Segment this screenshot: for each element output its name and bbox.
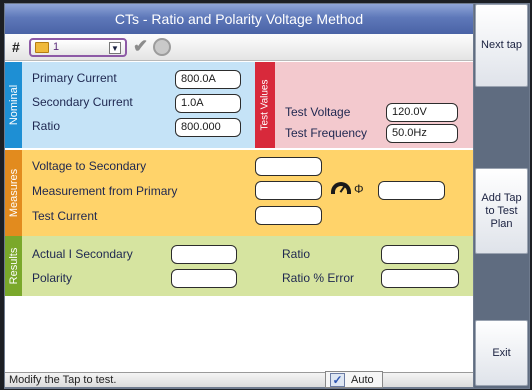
status-bar: Modify the Tap to test. ✓ Auto [5, 371, 473, 388]
test-values-tab-label: Test Values [259, 79, 271, 131]
ratio-error-label: Ratio % Error [282, 271, 355, 285]
test-values-tab: Test Values [255, 62, 275, 148]
test-voltage-label: Test Voltage [285, 105, 351, 119]
nominal-panel: Nominal Primary Current 800.0A Secondary… [5, 62, 255, 148]
primary-current-label: Primary Current [32, 71, 117, 85]
test-frequency-field[interactable]: 50.0Hz [386, 124, 458, 143]
exit-button[interactable]: Exit [475, 320, 528, 386]
results-ratio-label: Ratio [282, 247, 311, 261]
chevron-down-icon[interactable]: ▼ [109, 42, 121, 54]
results-ratio-field[interactable] [381, 245, 459, 264]
test-current-label: Test Current [32, 209, 98, 223]
ratio-label: Ratio [32, 119, 61, 133]
ratio-error-field[interactable] [381, 269, 459, 288]
folder-icon [35, 42, 49, 53]
phase-label: Φ [354, 182, 364, 196]
tap-hash-label: # [12, 39, 20, 55]
measures-section: Measures Voltage to Secondary Measuremen… [5, 150, 473, 236]
status-message: Modify the Tap to test. [9, 374, 117, 386]
settings-icon[interactable] [153, 38, 171, 56]
test-frequency-label: Test Frequency [285, 126, 368, 140]
ratio-field[interactable]: 800.000 [175, 118, 241, 137]
results-tab-label: Results [7, 247, 20, 285]
results-section: Results Actual I Secondary Ratio Polarit… [5, 236, 473, 296]
add-tap-button[interactable]: Add Tap to Test Plan [475, 168, 528, 254]
next-tap-button[interactable]: Next tap [475, 4, 528, 87]
secondary-current-label: Secondary Current [32, 95, 133, 109]
results-tab: Results [5, 236, 22, 296]
actual-secondary-field[interactable] [171, 245, 237, 264]
check-icon[interactable]: ✔ [133, 36, 148, 57]
main-panel: CTs - Ratio and Polarity Voltage Method … [5, 4, 473, 388]
tap-select-value: 1 [53, 41, 60, 53]
test-current-field[interactable] [255, 206, 322, 225]
toolbar: # 1 ▼ ✔ [5, 34, 473, 61]
nominal-section: Nominal Primary Current 800.0A Secondary… [5, 62, 473, 148]
measures-tab: Measures [5, 150, 22, 236]
app-window: CTs - Ratio and Polarity Voltage Method … [4, 3, 530, 389]
sidebar: Next tap Add Tap to Test Plan Exit [474, 4, 529, 388]
polarity-label: Polarity [32, 271, 73, 285]
polarity-field[interactable] [171, 269, 237, 288]
actual-secondary-label: Actual I Secondary [32, 247, 133, 261]
tap-select[interactable]: 1 ▼ [29, 38, 127, 57]
nominal-tab: Nominal [5, 62, 22, 148]
auto-label: Auto [351, 374, 374, 386]
test-voltage-field[interactable]: 120.0V [386, 103, 458, 122]
window-title: CTs - Ratio and Polarity Voltage Method [5, 4, 473, 34]
voltage-to-secondary-field[interactable] [255, 157, 322, 176]
measures-tab-label: Measures [7, 168, 20, 218]
nominal-tab-label: Nominal [7, 84, 20, 126]
test-values-panel: Test Values Test Voltage 120.0V Test Fre… [255, 62, 473, 148]
voltage-to-secondary-label: Voltage to Secondary [32, 159, 147, 173]
empty-area [5, 296, 473, 372]
primary-current-field[interactable]: 800.0A [175, 70, 241, 89]
phase-field[interactable] [378, 181, 445, 200]
auto-toggle[interactable]: ✓ Auto [325, 371, 383, 388]
measurement-from-primary-label: Measurement from Primary [32, 184, 178, 198]
secondary-current-field[interactable]: 1.0A [175, 94, 241, 113]
checkbox-icon[interactable]: ✓ [330, 373, 345, 387]
measurement-from-primary-field[interactable] [255, 181, 322, 200]
